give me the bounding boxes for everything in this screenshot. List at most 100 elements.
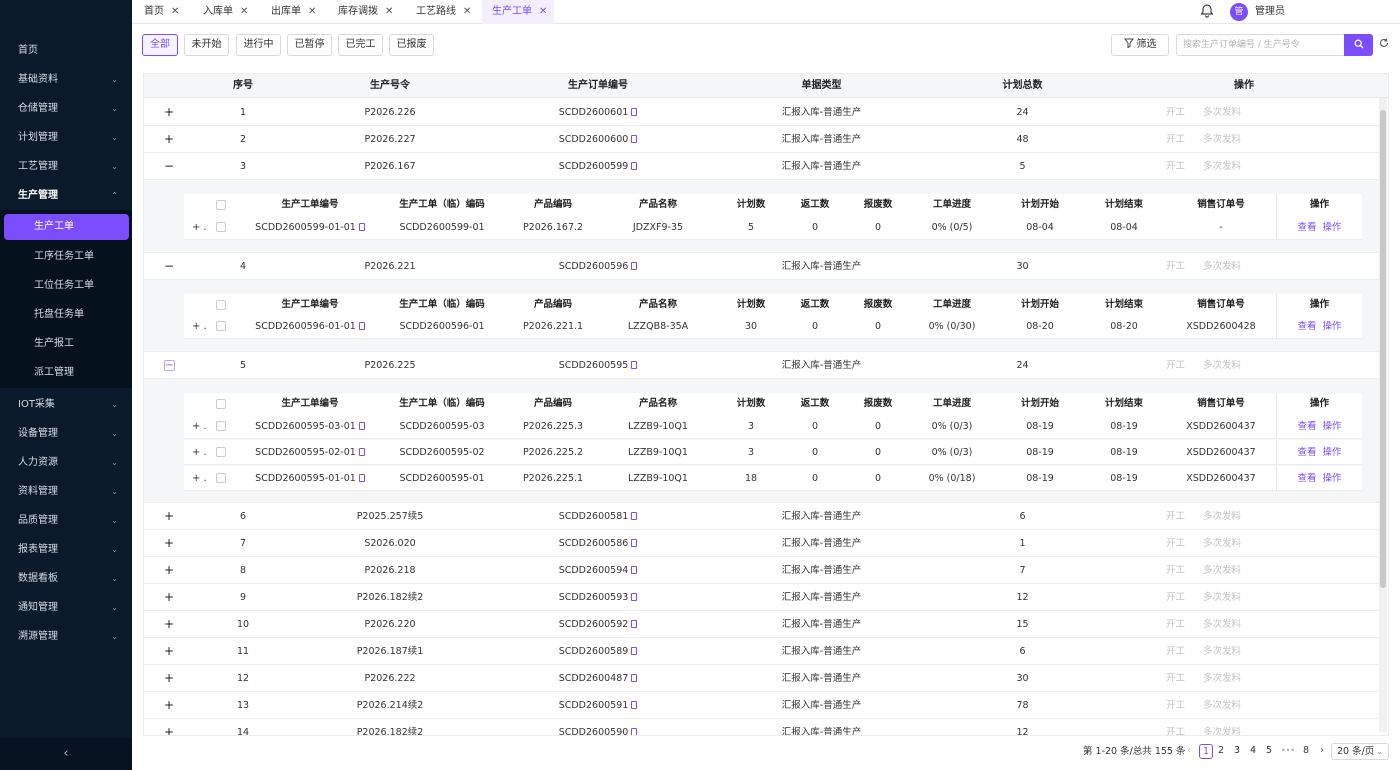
sidebar-subitem-station-task[interactable]: 工位任务工单	[0, 272, 132, 300]
sidebar-subitem-operation-task[interactable]: 工序任务工单	[0, 243, 132, 271]
filter-paused-button[interactable]: 已暂停	[287, 34, 332, 56]
page-size-select[interactable]: 20 条/页 ⌄	[1331, 743, 1389, 760]
multi-issue-button[interactable]: 多次发料	[1203, 646, 1241, 657]
operate-link[interactable]: 操作	[1323, 447, 1342, 458]
start-button[interactable]: 开工	[1166, 565, 1185, 576]
multi-issue-button[interactable]: 多次发料	[1203, 511, 1241, 522]
start-button[interactable]: 开工	[1166, 673, 1185, 684]
copy-icon[interactable]	[631, 701, 638, 709]
filter-scrapped-button[interactable]: 已报废	[389, 34, 434, 56]
sidebar-subitem-pallet-task[interactable]: 托盘任务单	[0, 301, 132, 329]
expand-icon[interactable]: +	[164, 719, 174, 735]
start-button[interactable]: 开工	[1166, 261, 1185, 272]
expand-icon[interactable]: +	[164, 99, 174, 126]
copy-icon[interactable]	[631, 593, 638, 601]
filter-completed-button[interactable]: 已完工	[338, 34, 383, 56]
tab-production-order[interactable]: 生产工单 ✕	[482, 0, 554, 24]
multi-issue-button[interactable]: 多次发料	[1203, 360, 1241, 371]
sidebar-subitem-production-order[interactable]: 生产工单	[4, 214, 129, 240]
copy-icon[interactable]	[631, 539, 638, 547]
sidebar-subitem-dispatch[interactable]: 派工管理	[0, 359, 132, 387]
multi-issue-button[interactable]: 多次发料	[1203, 619, 1241, 630]
copy-icon[interactable]	[631, 728, 638, 735]
table-scrollbar-thumb[interactable]	[1380, 110, 1386, 588]
expand-icon[interactable]: +	[164, 638, 174, 665]
checkbox[interactable]	[216, 200, 226, 210]
start-button[interactable]: 开工	[1166, 161, 1185, 172]
checkbox[interactable]	[216, 447, 226, 457]
sidebar-item-home[interactable]: 首页	[0, 37, 132, 65]
page-button[interactable]: 4	[1246, 744, 1260, 759]
expand-icon[interactable]: + .	[192, 414, 207, 439]
multi-issue-button[interactable]: 多次发料	[1203, 592, 1241, 603]
search-input[interactable]	[1176, 34, 1344, 56]
sidebar-item-quality[interactable]: 品质管理 ⌄	[0, 507, 132, 535]
page-button[interactable]: 1	[1199, 744, 1213, 759]
expand-icon[interactable]: +	[164, 557, 174, 584]
multi-issue-button[interactable]: 多次发料	[1203, 134, 1241, 145]
expand-icon[interactable]: +	[164, 530, 174, 557]
tab-process-route[interactable]: 工艺路线 ✕	[406, 0, 482, 24]
checkbox[interactable]	[216, 222, 226, 232]
start-button[interactable]: 开工	[1166, 107, 1185, 118]
copy-icon[interactable]	[631, 566, 638, 574]
start-button[interactable]: 开工	[1166, 592, 1185, 603]
copy-icon[interactable]	[631, 620, 638, 628]
multi-issue-button[interactable]: 多次发料	[1203, 565, 1241, 576]
sidebar-item-equipment[interactable]: 设备管理 ⌄	[0, 420, 132, 448]
tab-inbound[interactable]: 入库单 ✕	[193, 0, 259, 24]
view-link[interactable]: 查看	[1297, 421, 1316, 432]
sidebar-subitem-production-report[interactable]: 生产报工	[0, 330, 132, 358]
start-button[interactable]: 开工	[1166, 700, 1185, 711]
expand-icon[interactable]: +	[164, 665, 174, 692]
copy-icon[interactable]	[631, 162, 638, 170]
sidebar-item-hr[interactable]: 人力资源 ⌄	[0, 449, 132, 477]
expand-icon[interactable]: + .	[192, 314, 207, 339]
multi-issue-button[interactable]: 多次发料	[1203, 261, 1241, 272]
filter-all-button[interactable]: 全部	[142, 34, 178, 56]
search-button[interactable]	[1344, 34, 1373, 56]
start-button[interactable]: 开工	[1166, 538, 1185, 549]
copy-icon[interactable]	[358, 322, 365, 330]
start-button[interactable]: 开工	[1166, 727, 1185, 735]
collapse-icon[interactable]: −	[164, 153, 174, 180]
start-button[interactable]: 开工	[1166, 360, 1185, 371]
sidebar-item-documents[interactable]: 资料管理 ⌄	[0, 478, 132, 506]
page-next-button[interactable]: ›	[1315, 744, 1329, 759]
bell-icon[interactable]	[1200, 4, 1214, 22]
multi-issue-button[interactable]: 多次发料	[1203, 673, 1241, 684]
user-name[interactable]: 管理员	[1255, 0, 1285, 24]
multi-issue-button[interactable]: 多次发料	[1203, 727, 1241, 735]
sidebar-item-traceability[interactable]: 溯源管理 ⌄	[0, 623, 132, 651]
view-link[interactable]: 查看	[1297, 447, 1316, 458]
avatar[interactable]: 管	[1230, 3, 1248, 21]
view-link[interactable]: 查看	[1297, 222, 1316, 233]
refresh-icon[interactable]	[1379, 38, 1389, 51]
expand-icon[interactable]: + .	[192, 466, 207, 491]
copy-icon[interactable]	[358, 422, 365, 430]
expand-icon[interactable]: +	[164, 692, 174, 719]
sidebar-item-reports[interactable]: 报表管理 ⌄	[0, 536, 132, 564]
copy-icon[interactable]	[631, 262, 638, 270]
close-icon[interactable]: ✕	[308, 6, 316, 17]
filter-in-progress-button[interactable]: 进行中	[236, 34, 281, 56]
view-link[interactable]: 查看	[1297, 321, 1316, 332]
multi-issue-button[interactable]: 多次发料	[1203, 107, 1241, 118]
copy-icon[interactable]	[358, 448, 365, 456]
operate-link[interactable]: 操作	[1323, 222, 1342, 233]
sidebar-item-production[interactable]: 生产管理 ⌃	[0, 182, 132, 210]
checkbox[interactable]	[216, 421, 226, 431]
start-button[interactable]: 开工	[1166, 619, 1185, 630]
expand-icon[interactable]: +	[164, 611, 174, 638]
operate-link[interactable]: 操作	[1323, 321, 1342, 332]
sidebar-item-planning[interactable]: 计划管理 ⌄	[0, 124, 132, 152]
checkbox[interactable]	[216, 321, 226, 331]
sidebar-item-process[interactable]: 工艺管理 ⌄	[0, 153, 132, 181]
copy-icon[interactable]	[631, 108, 638, 116]
tab-home[interactable]: 首页 ✕	[134, 0, 190, 24]
multi-issue-button[interactable]: 多次发料	[1203, 161, 1241, 172]
expand-icon[interactable]: + .	[192, 215, 207, 240]
checkbox[interactable]	[216, 473, 226, 483]
page-prev-button[interactable]: ‹	[1182, 744, 1196, 759]
close-icon[interactable]: ✕	[463, 6, 471, 17]
